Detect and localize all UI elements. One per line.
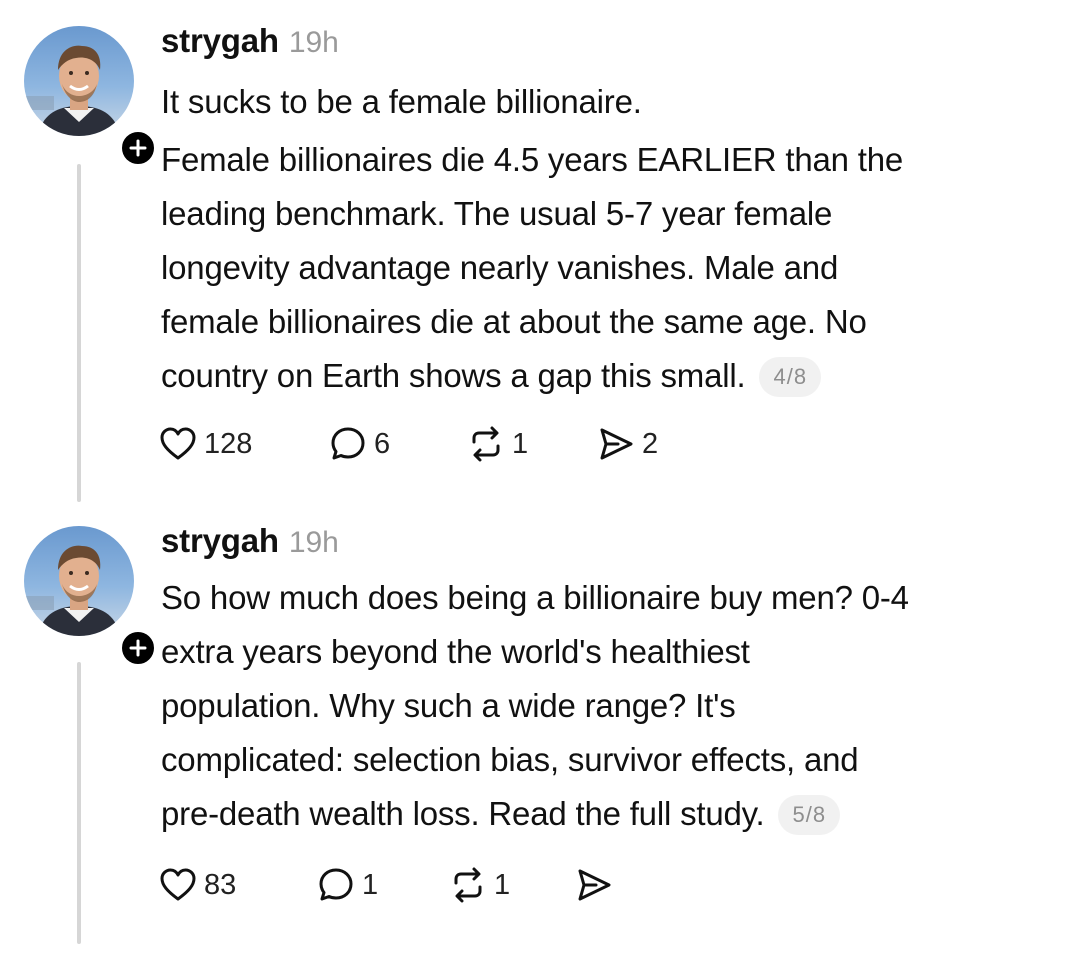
post-text-line: country on Earth shows a gap this small. [161,357,746,394]
post-text-line: female billionaires die at about the sam… [161,303,867,340]
repost-button[interactable]: 1 [466,420,596,468]
post-text-line: longevity advantage nearly vanishes. Mal… [161,249,839,286]
action-bar: 128 6 1 2 [158,420,658,468]
action-bar: 83 1 1 [158,861,620,909]
post-text-line-last: pre-death wealth loss. Read the full stu… [161,787,1061,841]
user-avatar-image [24,545,120,636]
like-button[interactable]: 128 [158,420,328,468]
comment-icon [319,868,353,901]
username[interactable]: strygah [161,522,279,560]
post-text-line: extra years beyond the world's healthies… [161,633,750,670]
post-text-line-last: country on Earth shows a gap this small.… [161,349,1061,403]
send-icon [578,869,611,901]
comment-icon [331,427,365,460]
post-text-line: So how much does being a billionaire buy… [161,579,909,616]
thread-counter-badge: 5/8 [778,795,841,835]
post-text-line: Female billionaires die 4.5 years EARLIE… [161,141,904,178]
thread-post: strygah 19h It sucks to be a female bill… [0,0,1080,502]
reply-count: 1 [362,868,379,901]
repost-icon [472,426,500,462]
repost-icon [454,867,482,903]
reply-count: 6 [374,427,391,460]
post-header: strygah 19h [161,22,339,66]
thread-counter-badge: 4/8 [759,357,822,397]
avatar-container [24,526,158,668]
thread-post: strygah 19h So how much does being a bil… [0,500,1080,960]
plus-icon [129,139,147,157]
heart-icon [160,427,196,460]
reply-button[interactable]: 6 [328,420,466,468]
share-button[interactable] [574,861,620,909]
post-text-line: leading benchmark. The usual 5-7 year fe… [161,195,833,232]
thread-connector-line [77,662,81,944]
post-text-line: pre-death wealth loss. Read the full stu… [161,795,765,832]
repost-button[interactable]: 1 [448,861,574,909]
reply-button[interactable]: 1 [316,861,448,909]
post-text-line: complicated: selection bias, survivor ef… [161,741,859,778]
share-button[interactable]: 2 [596,420,658,468]
heart-icon [160,868,196,901]
share-count: 2 [642,427,659,460]
follow-button[interactable] [118,628,158,668]
like-count: 83 [204,868,237,901]
avatar[interactable] [24,526,134,636]
post-header: strygah 19h [161,522,339,566]
repost-count: 1 [512,427,529,460]
thread-connector-line [77,164,81,502]
avatar-container [24,26,158,168]
follow-button[interactable] [118,128,158,168]
username[interactable]: strygah [161,22,279,60]
user-avatar-image [24,45,120,136]
repost-count: 1 [494,868,511,901]
timestamp[interactable]: 19h [289,26,339,60]
like-button[interactable]: 83 [158,861,316,909]
like-count: 128 [204,427,253,460]
post-text-line: population. Why such a wide range? It's [161,687,736,724]
post-text-line: It sucks to be a female billionaire. [161,83,642,120]
timestamp[interactable]: 19h [289,526,339,560]
post-text: So how much does being a billionaire buy… [161,571,1061,841]
plus-icon [129,639,147,657]
post-text: It sucks to be a female billionaire. Fem… [161,75,1061,403]
send-icon [600,428,633,460]
avatar[interactable] [24,26,134,136]
